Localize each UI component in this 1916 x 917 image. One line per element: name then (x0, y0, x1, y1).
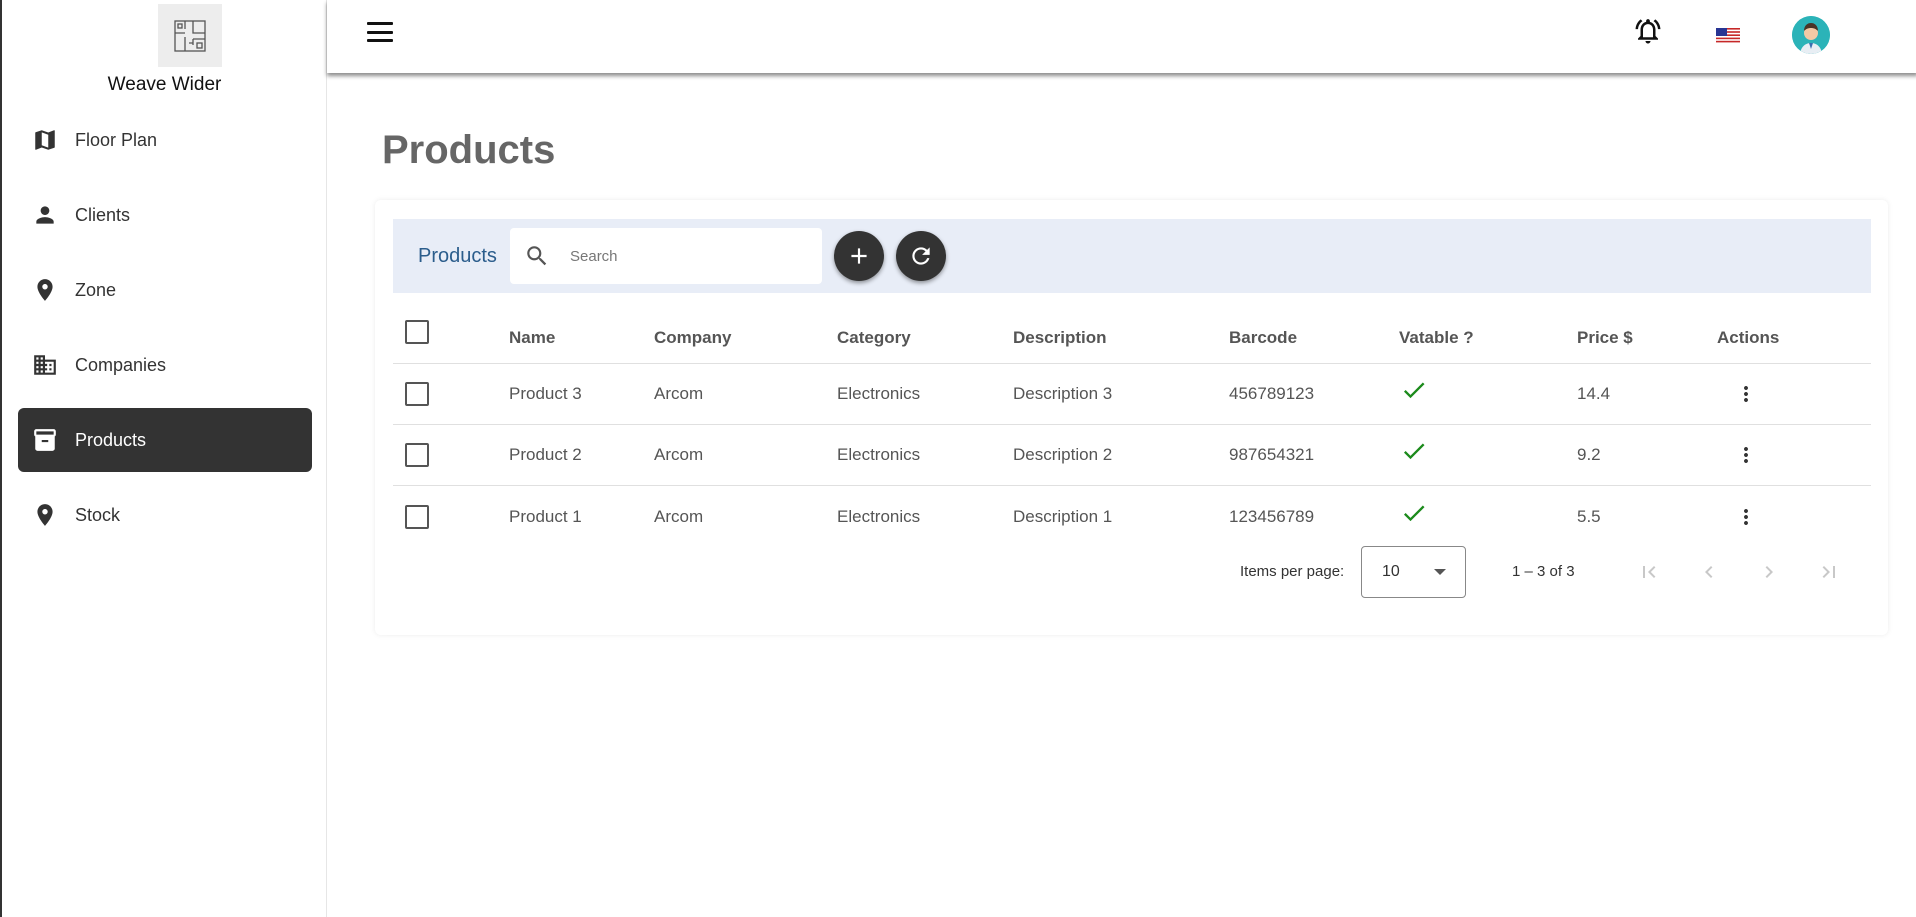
sidebar-item-label: Stock (75, 504, 121, 525)
row-checkbox[interactable] (405, 382, 429, 406)
cell-company: Arcom (654, 506, 704, 526)
cell-barcode: 123456789 (1229, 506, 1315, 526)
items-per-page-label: Items per page: (1240, 563, 1345, 580)
table-row: Product 3 Arcom Electronics Description … (393, 364, 1871, 425)
sidebar-item-stock[interactable]: Stock (18, 483, 312, 547)
sidebar-item-companies[interactable]: Companies (18, 333, 312, 397)
first-page-button[interactable] (1637, 560, 1661, 584)
select-all-cell (405, 300, 429, 363)
add-product-button[interactable] (834, 231, 884, 281)
select-all-checkbox[interactable] (405, 319, 429, 344)
more-vert-icon[interactable] (1734, 364, 1758, 424)
archive-box-icon (32, 427, 58, 453)
paginator: Items per page: 10 1 – 3 of 3 (375, 546, 1888, 598)
cell-name: Product 2 (509, 445, 582, 464)
check-icon (1400, 421, 1428, 481)
row-checkbox[interactable] (405, 443, 429, 467)
cell-company: Arcom (654, 384, 704, 403)
column-header-actions: Actions (1717, 327, 1780, 347)
user-avatar[interactable] (1792, 16, 1830, 54)
top-header (327, 0, 1916, 73)
chevron-left-icon (1705, 566, 1713, 578)
sidebar-item-floor-plan[interactable]: Floor Plan (18, 108, 312, 172)
bell-icon[interactable] (1633, 16, 1663, 46)
column-header-company[interactable]: Company (654, 300, 731, 363)
more-vert-icon[interactable] (1734, 425, 1758, 485)
chevron-right-icon (1765, 566, 1773, 578)
page-title: Products (382, 128, 556, 172)
cell-name: Product 1 (509, 506, 582, 526)
floorplan-logo-icon (174, 19, 206, 52)
page-range-label: 1 – 3 of 3 (1512, 563, 1575, 580)
app-logo[interactable] (158, 4, 222, 67)
map-icon (32, 127, 58, 153)
check-icon (1400, 360, 1428, 420)
cell-category: Electronics (837, 384, 921, 403)
us-flag-icon[interactable] (1716, 28, 1740, 44)
sidebar-item-label: Clients (75, 204, 131, 225)
search-box (510, 228, 822, 284)
column-header-price[interactable]: Price $ (1577, 300, 1633, 363)
search-input[interactable] (570, 242, 810, 270)
check-icon (1400, 482, 1428, 543)
cell-barcode: 987654321 (1229, 445, 1315, 464)
cell-name: Product 3 (509, 384, 582, 403)
next-page-button[interactable] (1757, 560, 1781, 584)
last-page-icon (1822, 566, 1835, 578)
cell-description: Description 3 (1013, 384, 1113, 403)
page-size-value: 10 (1382, 563, 1400, 580)
cell-price: 14.4 (1577, 384, 1611, 403)
toolbar-title: Products (418, 245, 497, 267)
cell-price: 5.5 (1577, 506, 1601, 526)
caret-down-icon (1434, 569, 1446, 575)
cell-description: Description 2 (1013, 445, 1113, 464)
building-icon (32, 352, 58, 378)
column-header-description[interactable]: Description (1013, 300, 1107, 363)
first-page-icon (1643, 566, 1656, 578)
table-header-row: Name Company Category Description Barcod… (393, 300, 1871, 364)
sidebar-item-products[interactable]: Products (18, 408, 312, 472)
last-page-button[interactable] (1817, 560, 1841, 584)
page-size-select[interactable]: 10 (1361, 546, 1466, 598)
column-header-vatable[interactable]: Vatable ? (1399, 300, 1474, 363)
cell-category: Electronics (837, 445, 921, 464)
menu-icon[interactable] (366, 20, 394, 44)
refresh-icon (912, 247, 930, 265)
plus-icon (851, 248, 867, 264)
products-table: Name Company Category Description Barcod… (393, 300, 1871, 547)
table-row: Product 2 Arcom Electronics Description … (393, 425, 1871, 486)
sidebar-item-label: Companies (75, 354, 167, 375)
refresh-button[interactable] (896, 231, 946, 281)
sidebar: Weave Wider Floor Plan Clients Zone Comp… (2, 0, 327, 917)
previous-page-button[interactable] (1697, 560, 1721, 584)
column-header-name[interactable]: Name (509, 300, 555, 363)
brand-name: Weave Wider (107, 74, 222, 95)
sidebar-item-label: Products (75, 429, 147, 450)
cell-price: 9.2 (1577, 445, 1601, 464)
sidebar-item-label: Floor Plan (75, 129, 158, 150)
person-icon (32, 202, 58, 228)
sidebar-nav: Floor Plan Clients Zone Companies Produc… (18, 108, 312, 558)
sidebar-item-label: Zone (75, 279, 117, 300)
row-checkbox[interactable] (405, 504, 429, 529)
cell-company: Arcom (654, 445, 704, 464)
cell-description: Description 1 (1013, 506, 1113, 526)
table-row: Product 1 Arcom Electronics Description … (393, 486, 1871, 547)
sidebar-item-zone[interactable]: Zone (18, 258, 312, 322)
more-vert-icon[interactable] (1734, 486, 1758, 547)
products-card: Products Name Company Category Descripti… (375, 200, 1888, 635)
location-pin-icon (32, 277, 58, 303)
column-header-barcode[interactable]: Barcode (1229, 300, 1297, 363)
cell-barcode: 456789123 (1229, 384, 1315, 403)
location-pin-icon (32, 502, 58, 528)
column-header-category[interactable]: Category (837, 300, 911, 363)
search-icon (524, 243, 550, 269)
cell-category: Electronics (837, 506, 921, 526)
sidebar-item-clients[interactable]: Clients (18, 183, 312, 247)
table-toolbar: Products (393, 219, 1871, 293)
